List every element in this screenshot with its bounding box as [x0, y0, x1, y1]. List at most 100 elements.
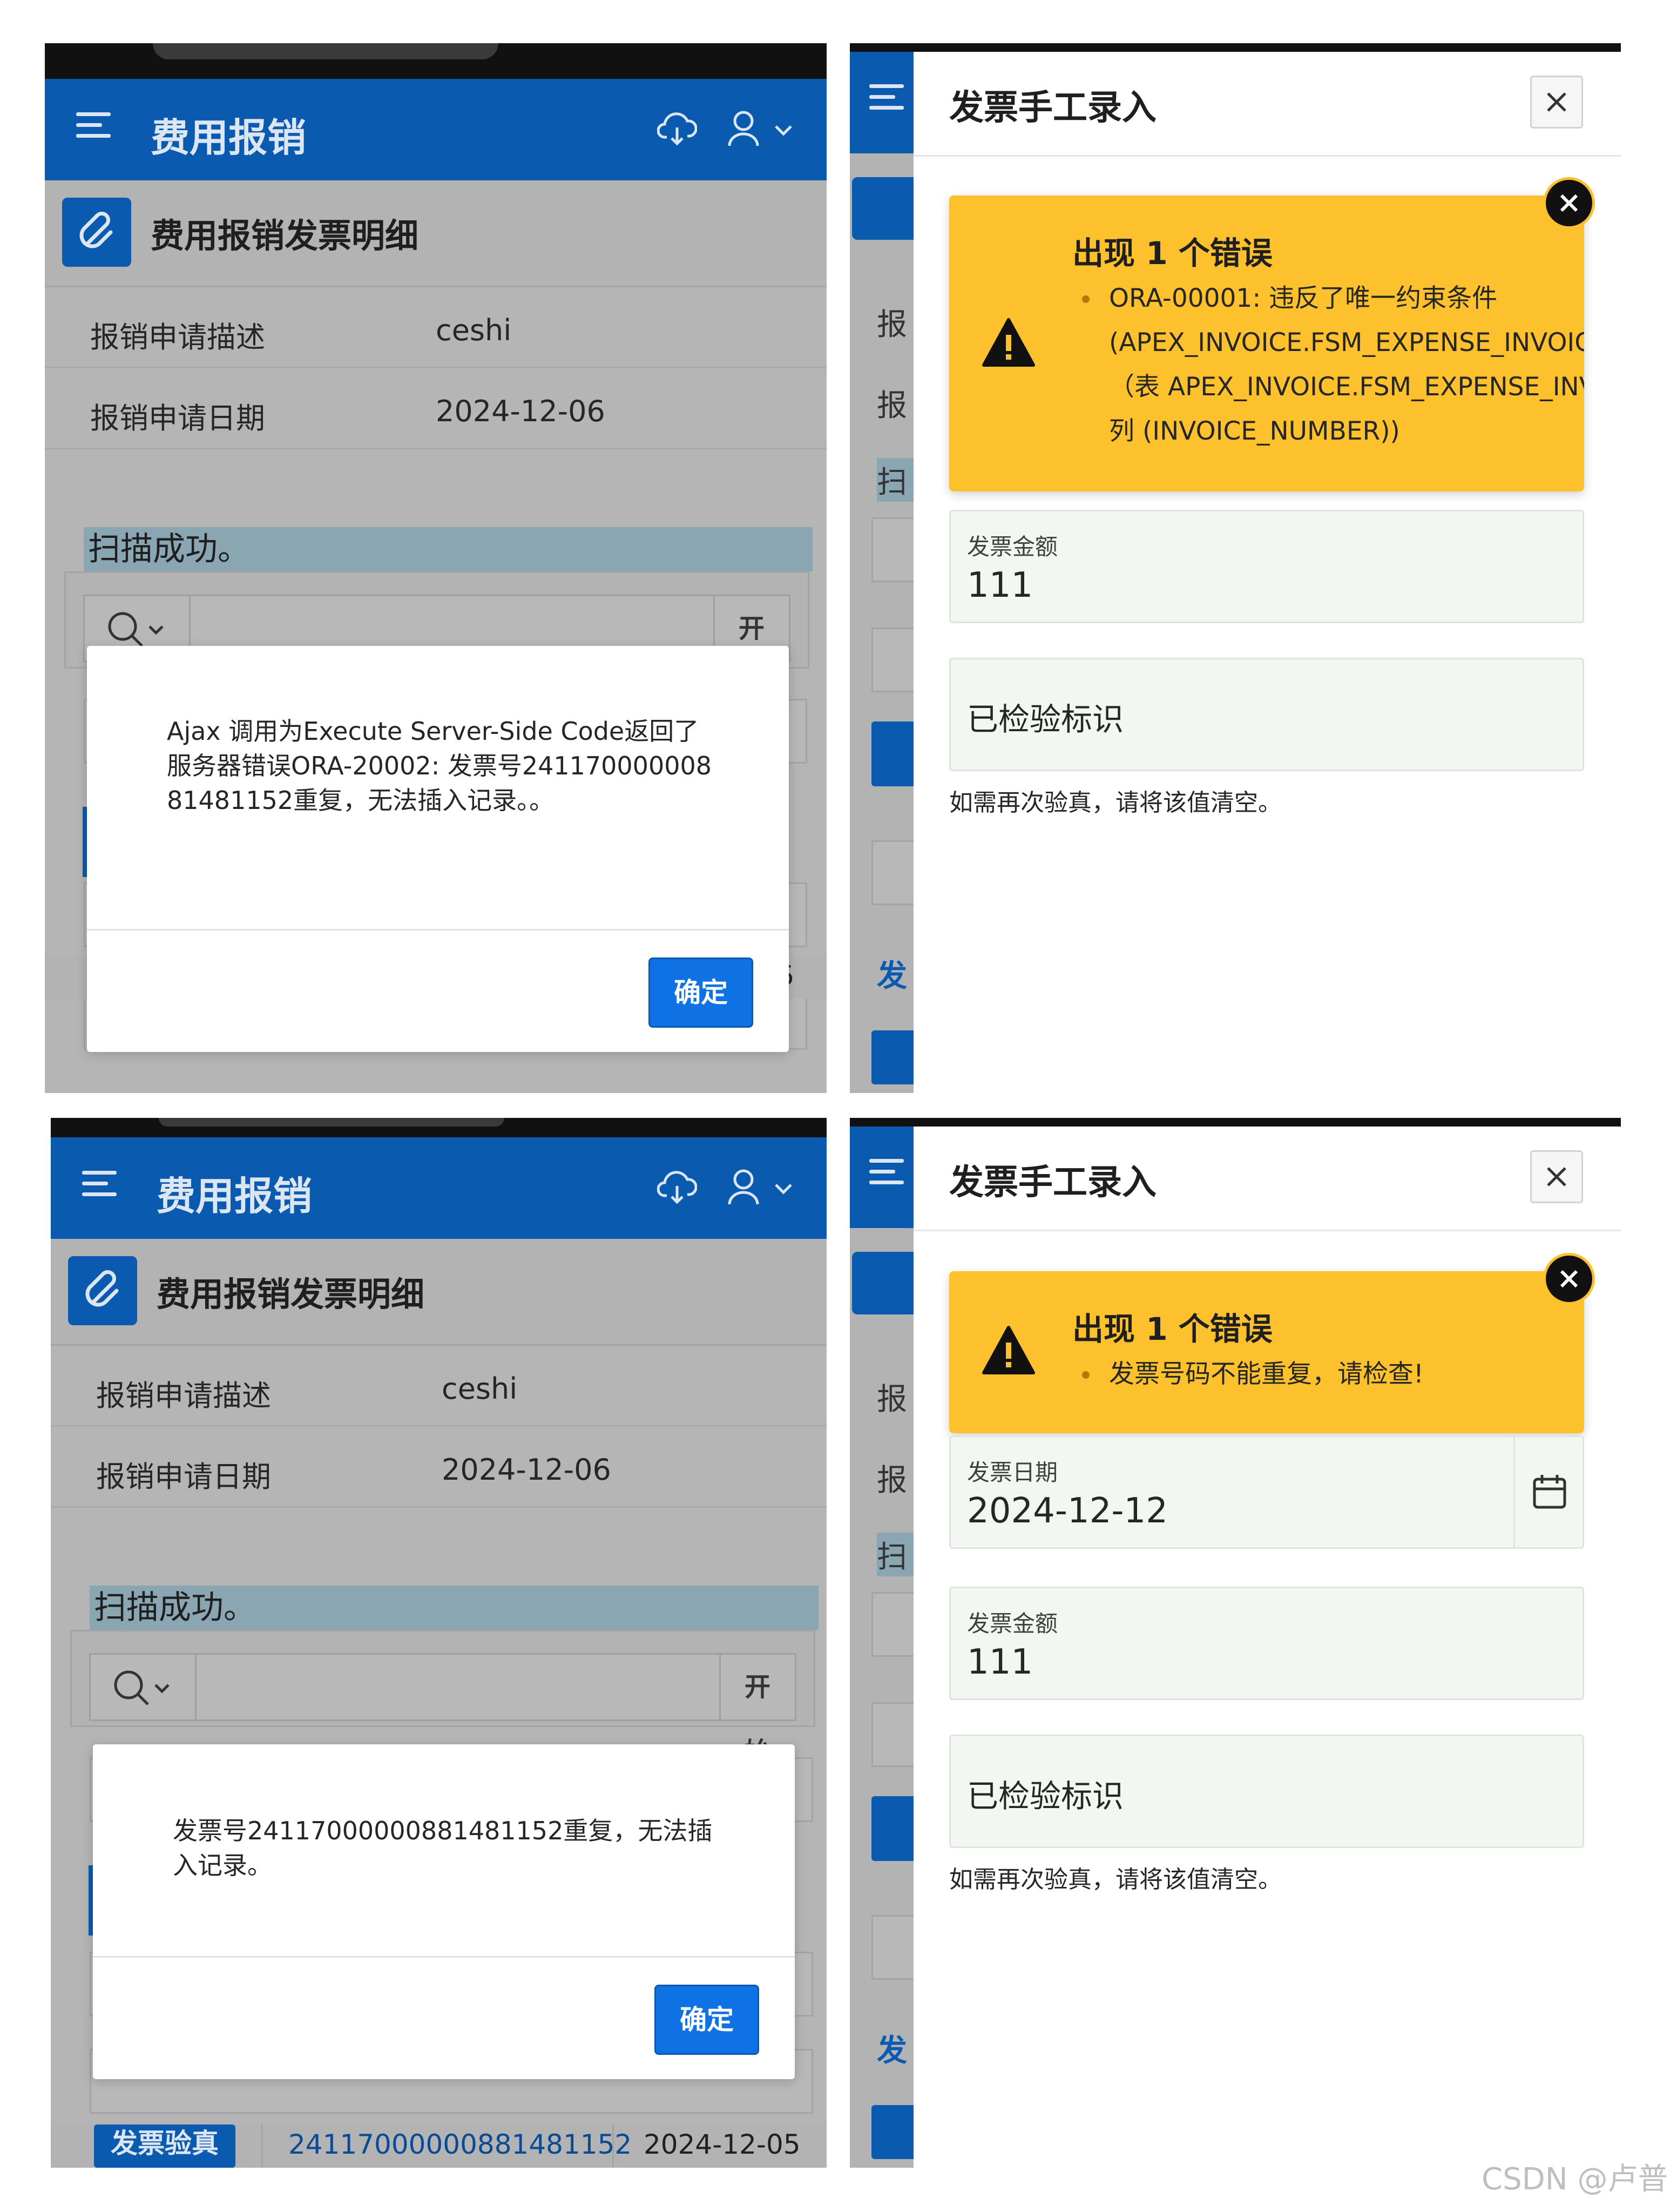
- drawer-title: 发票手工录入: [949, 1163, 1157, 1203]
- menu-icon: [869, 84, 905, 117]
- partial-button: [871, 2105, 914, 2159]
- warning-icon: [982, 1326, 1035, 1374]
- field-label: 发票日期: [967, 1459, 1058, 1486]
- verify-button[interactable]: 发票验真: [94, 2125, 235, 2168]
- screen-drawer-top: 报 报 扫 发 发票手工录入 出现 1 个错误 ORA-00001: 违反了唯一…: [850, 43, 1621, 1093]
- field-row-date: 报销申请日期 2024-12-06: [45, 368, 827, 449]
- alert-dialog: Ajax 调用为Execute Server-Side Code返回了服务器错误…: [87, 646, 789, 1052]
- dialog-footer: 确定: [87, 929, 789, 1052]
- app-header: 费用报销: [45, 79, 827, 180]
- camera-notch: [159, 1118, 504, 1127]
- field-label: 报销申请日期: [90, 401, 265, 435]
- cloud-sync-icon[interactable]: [657, 111, 697, 149]
- alert-dialog: 发票号24117000000881481152重复，无法插入记录。 确定: [93, 1744, 795, 2079]
- field-value: ceshi: [436, 313, 512, 347]
- error-line: 列 (INVOICE_NUMBER)): [1109, 416, 1400, 446]
- page-overlay: 费用报销 费用报销发票明细 报销申请描述 ceshi 报销申请日期 2024-1…: [45, 43, 827, 1093]
- error-line: 发票号码不能重复，请检查!: [1082, 1352, 1424, 1397]
- cloud-sync-icon[interactable]: [657, 1170, 697, 1208]
- background-page: 报 报 扫 发: [850, 52, 914, 1093]
- drawer-title: 发票手工录入: [949, 88, 1157, 128]
- field-value: 2024-12-06: [442, 1453, 611, 1487]
- app-header: 费用报销: [51, 1137, 827, 1239]
- status-bar: [850, 1118, 1621, 1127]
- field-value: 111: [967, 565, 1033, 605]
- partial-row: [871, 840, 914, 905]
- dialog-footer: 确定: [93, 1956, 795, 2079]
- app-title: 费用报销: [157, 1174, 313, 1219]
- region-header: 费用报销发票明细: [45, 180, 827, 287]
- field-label: 发票金额: [967, 534, 1058, 560]
- invoice-date-field[interactable]: 发票日期 2024-12-12: [949, 1435, 1584, 1549]
- screen-expense-top: 费用报销 费用报销发票明细 报销申请描述 ceshi 报销申请日期 2024-1…: [45, 43, 827, 1093]
- calendar-button[interactable]: [1513, 1437, 1583, 1547]
- close-icon: [1560, 194, 1578, 212]
- amount-field[interactable]: 发票金额 111: [949, 510, 1584, 623]
- field-row-description: 报销申请描述 ceshi: [45, 287, 827, 368]
- help-text: 如需再次验真，请将该值清空。: [949, 789, 1282, 817]
- dismiss-alert-button[interactable]: [1543, 177, 1595, 229]
- dialog-message: 发票号24117000000881481152重复，无法插入记录。: [173, 1816, 713, 1880]
- user-icon[interactable]: [726, 1168, 795, 1206]
- field-label: 报销申请描述: [96, 1379, 271, 1413]
- partial-label: 扫: [877, 458, 914, 502]
- drawer-dialog: 发票手工录入 出现 1 个错误 ORA-00001: 违反了唯一约束条件 (AP…: [914, 52, 1621, 1093]
- paperclip-icon: [68, 1256, 137, 1325]
- invoice-date: 2024-12-05: [644, 2129, 801, 2160]
- region-title: 费用报销发票明细: [151, 216, 419, 255]
- status-bar: [51, 1118, 827, 1137]
- error-line: （表 APEX_INVOICE.FSM_EXPENSE_INVOICE: [1109, 372, 1584, 402]
- partial-label: 发: [877, 2033, 907, 2068]
- region-title: 费用报销发票明细: [157, 1274, 425, 1314]
- partial-label: 报: [877, 1463, 907, 1498]
- close-button[interactable]: [1530, 76, 1583, 129]
- search-toolbar: 开始: [70, 1630, 815, 1767]
- partial-label: 报: [877, 307, 907, 342]
- paperclip-icon: [62, 198, 131, 267]
- field-value: 111: [967, 1642, 1033, 1682]
- partial-button: [871, 721, 914, 786]
- app-header-edge: [850, 1127, 914, 1228]
- partial-button: [871, 1030, 914, 1084]
- amount-field[interactable]: 发票金额 111: [949, 1587, 1584, 1700]
- field-label: 已检验标识: [967, 701, 1124, 738]
- dismiss-alert-button[interactable]: [1543, 1253, 1595, 1305]
- error-alert: 出现 1 个错误 ORA-00001: 违反了唯一约束条件 (APEX_INVO…: [949, 177, 1595, 491]
- app-title: 费用报销: [151, 115, 307, 160]
- help-text: 如需再次验真，请将该值清空。: [949, 1866, 1282, 1893]
- menu-icon[interactable]: [76, 112, 111, 147]
- error-heading: 出现 1 个错误: [1072, 1311, 1273, 1347]
- ok-button[interactable]: 确定: [654, 1985, 759, 2055]
- app-header-edge: [850, 52, 914, 153]
- background-page: 报 报 扫 发: [850, 1127, 914, 2168]
- partial-row: [871, 1915, 914, 1980]
- partial-label: 扫: [877, 1533, 914, 1576]
- search-go-button[interactable]: 开始: [719, 1655, 795, 1767]
- partial-label: 报: [877, 1382, 907, 1417]
- user-icon[interactable]: [726, 109, 795, 148]
- partial-search: [871, 517, 914, 582]
- close-button[interactable]: [1530, 1150, 1583, 1203]
- screen-drawer-bottom: 报 报 扫 发 发票手工录入 出现 1 个错误 发票号码不能重复，请检查! 发票…: [850, 1118, 1621, 2168]
- error-alert: 出现 1 个错误 发票号码不能重复，请检查!: [949, 1253, 1595, 1433]
- error-line: (APEX_INVOICE.FSM_EXPENSE_INVOICE_ID: [1109, 328, 1584, 358]
- close-icon: [1547, 92, 1566, 112]
- partial-button: [871, 1796, 914, 1861]
- field-value: ceshi: [442, 1372, 518, 1406]
- verified-flag-field[interactable]: 已检验标识: [949, 1735, 1584, 1848]
- success-message: 扫描成功。: [90, 1586, 819, 1630]
- partial-row: [871, 628, 914, 692]
- watermark: CSDN @卢普: [1482, 2162, 1668, 2197]
- verified-flag-field[interactable]: 已检验标识: [949, 658, 1584, 771]
- search-column-button[interactable]: [91, 1655, 197, 1719]
- partial-label: 报: [877, 388, 907, 423]
- menu-icon[interactable]: [82, 1171, 117, 1205]
- error-line: ORA-00001: 违反了唯一约束条件: [1082, 276, 1584, 321]
- error-list: ORA-00001: 违反了唯一约束条件 (APEX_INVOICE.FSM_E…: [1082, 276, 1584, 454]
- calendar-icon: [1533, 1475, 1566, 1509]
- success-message: 扫描成功。: [84, 527, 813, 571]
- field-label: 发票金额: [967, 1610, 1058, 1637]
- ok-button[interactable]: 确定: [648, 957, 753, 1028]
- screen-expense-bottom: 费用报销 费用报销发票明细 报销申请描述 ceshi 报销申请日期 2024-1…: [51, 1118, 827, 2168]
- invoice-number-link[interactable]: 24117000000881481152: [288, 2129, 632, 2160]
